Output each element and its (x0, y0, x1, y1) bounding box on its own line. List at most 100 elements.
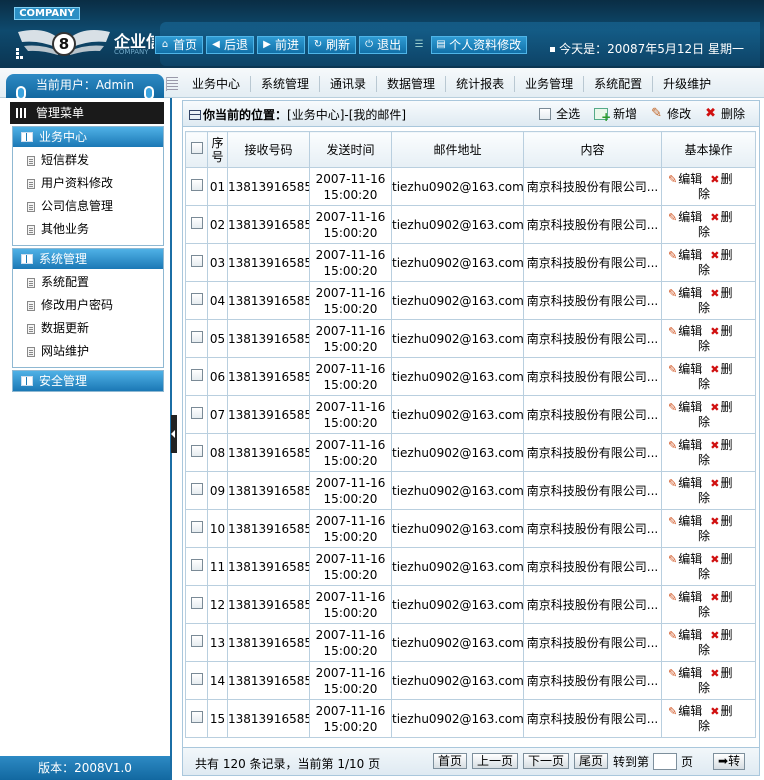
row-edit-link[interactable]: ✎编辑 (668, 438, 702, 453)
forward-button[interactable]: ▶ 前进 (257, 36, 306, 54)
next-page-button[interactable]: 下一页 (523, 753, 570, 769)
sidebar-item-other-business[interactable]: 其他业务 (13, 218, 163, 241)
row-edit-link[interactable]: ✎编辑 (668, 362, 702, 377)
row-delete-link-wrap[interactable]: 除 (668, 529, 710, 544)
row-edit-link[interactable]: ✎编辑 (668, 172, 702, 187)
sidebar-group-title-business[interactable]: 业务中心 (13, 127, 163, 147)
refresh-button[interactable]: ↻ 刷新 (308, 36, 357, 54)
first-page-button[interactable]: 首页 (433, 753, 468, 769)
row-delete-link[interactable]: ✖删 (710, 172, 732, 187)
row-delete-link-wrap[interactable]: 除 (668, 301, 710, 316)
row-delete-link[interactable]: ✖删 (710, 666, 732, 681)
goto-page-input[interactable] (653, 753, 678, 770)
sidebar-item-data-update[interactable]: 数据更新 (13, 317, 163, 340)
nav-item-business-center[interactable]: 业务中心 (182, 76, 252, 92)
row-delete-link[interactable]: ✖删 (710, 628, 732, 643)
sidebar-item-site-maintenance[interactable]: 网站维护 (13, 340, 163, 363)
row-checkbox[interactable] (190, 178, 203, 191)
row-edit-link[interactable]: ✎编辑 (668, 590, 702, 605)
row-edit-link[interactable]: ✎编辑 (668, 476, 702, 491)
nav-item-data-management[interactable]: 数据管理 (377, 76, 447, 92)
select-all-checkbox[interactable] (539, 107, 552, 120)
delete-button[interactable]: ✖ 删除 (705, 105, 745, 122)
row-checkbox[interactable] (190, 672, 203, 685)
row-delete-link[interactable]: ✖删 (710, 286, 732, 301)
nav-item-upgrade[interactable]: 升级维护 (653, 76, 721, 92)
row-checkbox[interactable] (190, 634, 203, 647)
row-edit-link[interactable]: ✎编辑 (668, 248, 702, 263)
sidebar-item-company-info[interactable]: 公司信息管理 (13, 195, 163, 218)
row-delete-link-wrap[interactable]: 除 (668, 339, 710, 354)
row-delete-link[interactable]: ✖删 (710, 438, 732, 453)
prev-page-button[interactable]: 上一页 (472, 753, 519, 769)
row-delete-link[interactable]: ✖删 (710, 552, 732, 567)
row-delete-link-wrap[interactable]: 除 (668, 681, 710, 696)
row-delete-link[interactable]: ✖删 (710, 704, 732, 719)
row-checkbox[interactable] (190, 482, 203, 495)
row-checkbox-cell (185, 547, 208, 586)
profile-edit-button[interactable]: ▤ 个人资料修改 (431, 36, 528, 54)
sidebar-group-title-security[interactable]: 安全管理 (13, 371, 163, 391)
row-delete-link-wrap[interactable]: 除 (668, 453, 710, 468)
row-edit-link[interactable]: ✎编辑 (668, 400, 702, 415)
row-delete-link[interactable]: ✖删 (710, 514, 732, 529)
row-edit-link[interactable]: ✎编辑 (668, 552, 702, 567)
row-checkbox[interactable] (190, 368, 203, 381)
row-delete-link-wrap[interactable]: 除 (668, 377, 710, 392)
row-edit-link[interactable]: ✎编辑 (668, 628, 702, 643)
row-checkbox[interactable] (190, 216, 203, 229)
sidebar-item-change-password[interactable]: 修改用户密码 (13, 294, 163, 317)
row-delete-link-wrap[interactable]: 除 (668, 719, 710, 734)
row-edit-link[interactable]: ✎编辑 (668, 666, 702, 681)
header-checkbox[interactable] (190, 142, 203, 154)
row-delete-link-wrap[interactable]: 除 (668, 491, 710, 506)
row-delete-link-wrap[interactable]: 除 (668, 225, 710, 240)
sidebar-group-title-system[interactable]: 系统管理 (13, 249, 163, 269)
row-edit-link[interactable]: ✎编辑 (668, 514, 702, 529)
row-edit-link[interactable]: ✎编辑 (668, 704, 702, 719)
row-delete-link-wrap[interactable]: 除 (668, 415, 710, 430)
row-checkbox[interactable] (190, 596, 203, 609)
row-checkbox[interactable] (190, 330, 203, 343)
sidebar-item-user-profile[interactable]: 用户资料修改 (13, 172, 163, 195)
nav-item-business-management[interactable]: 业务管理 (515, 76, 585, 92)
edit-button[interactable]: ✎ 修改 (651, 105, 691, 122)
row-checkbox[interactable] (190, 254, 203, 267)
row-delete-link-wrap[interactable]: 除 (668, 187, 710, 202)
row-delete-link[interactable]: ✖删 (710, 362, 732, 377)
row-checkbox[interactable] (190, 292, 203, 305)
goto-button[interactable]: ➡转 (713, 753, 746, 770)
row-delete-link[interactable]: ✖删 (710, 476, 732, 491)
row-delete-link[interactable]: ✖删 (710, 400, 732, 415)
row-edit-link[interactable]: ✎编辑 (668, 210, 702, 225)
sidebar-collapse-handle[interactable] (171, 415, 177, 453)
nav-item-contacts[interactable]: 通讯录 (320, 76, 378, 92)
row-delete-link-wrap[interactable]: 除 (668, 567, 710, 582)
row-edit-link[interactable]: ✎编辑 (668, 324, 702, 339)
row-checkbox[interactable] (190, 710, 203, 723)
row-checkbox[interactable] (190, 406, 203, 419)
logout-button[interactable]: ⏻ 退出 (359, 36, 408, 54)
row-delete-link[interactable]: ✖删 (710, 324, 732, 339)
row-checkbox[interactable] (190, 520, 203, 533)
row-checkbox[interactable] (190, 558, 203, 571)
row-checkbox[interactable] (190, 444, 203, 457)
last-page-button[interactable]: 尾页 (574, 753, 609, 769)
nav-item-reports[interactable]: 统计报表 (446, 76, 516, 92)
row-delete-link[interactable]: ✖删 (710, 248, 732, 263)
select-all-button[interactable]: 全选 (539, 105, 580, 122)
sidebar-item-system-config[interactable]: 系统配置 (13, 271, 163, 294)
row-delete-link[interactable]: ✖删 (710, 590, 732, 605)
add-button[interactable]: 新增 (594, 105, 637, 124)
row-edit-link[interactable]: ✎编辑 (668, 286, 702, 301)
row-content: 南京科技股份有限公司... (523, 433, 662, 472)
row-delete-link-wrap[interactable]: 除 (668, 643, 710, 658)
nav-item-system-management[interactable]: 系统管理 (251, 76, 321, 92)
row-delete-link[interactable]: ✖删 (710, 210, 732, 225)
row-delete-link-wrap[interactable]: 除 (668, 263, 710, 278)
sidebar-item-sms-broadcast[interactable]: 短信群发 (13, 149, 163, 172)
nav-item-system-config[interactable]: 系统配置 (584, 76, 654, 92)
row-delete-link-wrap[interactable]: 除 (668, 605, 710, 620)
back-button[interactable]: ◀ 后退 (206, 36, 255, 54)
home-button[interactable]: ⌂ 首页 (155, 36, 204, 54)
